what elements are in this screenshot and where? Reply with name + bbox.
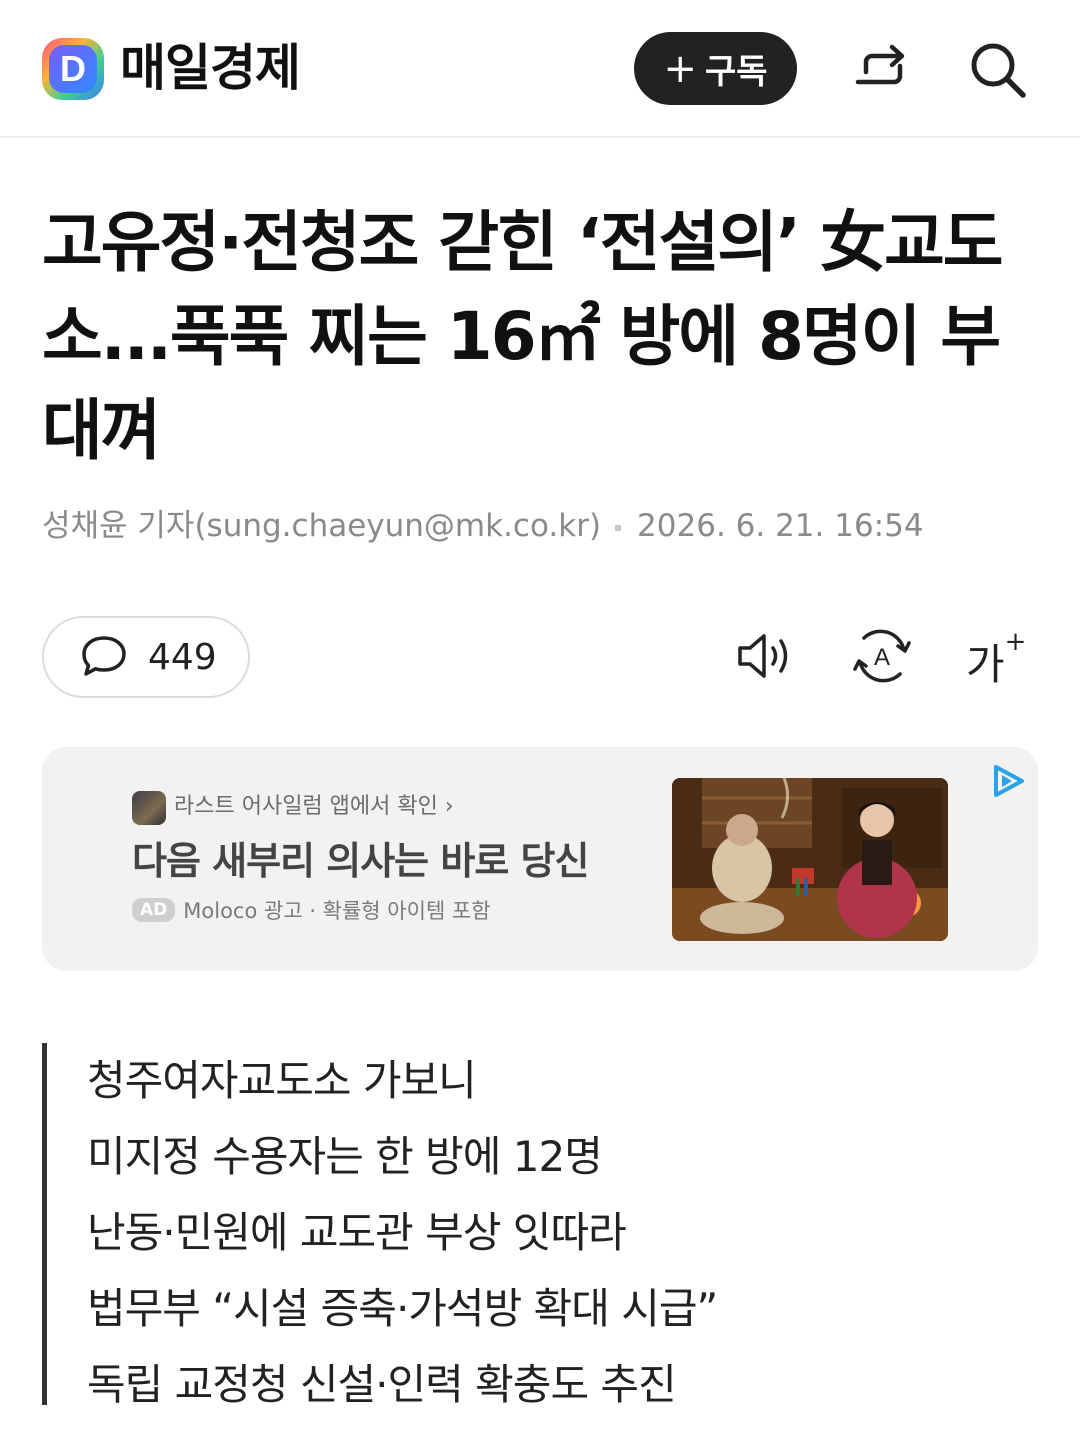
- ad-source-link[interactable]: 라스트 어사일럼 앱에서 확인 ›: [174, 789, 454, 825]
- ad-image[interactable]: [672, 778, 948, 941]
- article-headline: 고유정·전청조 갇힌 ‘전설의’ 女교도소...푹푹 찌는 16㎡ 방에 8명이…: [42, 204, 1004, 469]
- summary-line: 미지정 수용자는 한 방에 12명: [87, 1132, 603, 1181]
- ad-title[interactable]: 다음 새부리 의사는 바로 당신: [132, 833, 589, 889]
- logo-letter: D: [49, 45, 97, 93]
- translate-icon[interactable]: A: [850, 624, 914, 688]
- publish-date: 2026. 6. 21. 16:54: [637, 508, 924, 544]
- top-bar: D 매일경제 + 구독: [0, 0, 1080, 138]
- ad-illustration: [672, 778, 948, 941]
- ad-badge: AD: [132, 898, 176, 922]
- ad-app-icon: [132, 791, 166, 825]
- press-logo[interactable]: D: [42, 38, 104, 100]
- separator-dot: [615, 524, 622, 531]
- subscribe-button[interactable]: + 구독: [634, 32, 797, 105]
- article-byline: 성채윤 기자(sung.chaeyun@mk.co.kr) 2026. 6. 21…: [42, 504, 924, 548]
- summary-line: 독립 교정청 신설·인력 확충도 추진: [87, 1360, 677, 1409]
- ad-meta: AD Moloco 광고 · 확률형 아이템 포함: [132, 895, 491, 925]
- summary-line: 난동·민원에 교도관 부상 잇따라: [87, 1208, 627, 1257]
- ad-meta-text: Moloco 광고 · 확률형 아이템 포함: [183, 899, 491, 923]
- plus-icon: +: [663, 45, 697, 92]
- ad-choices-icon[interactable]: [988, 761, 1028, 801]
- summary-line: 법무부 “시설 증축·가석방 확대 시급”: [87, 1284, 718, 1333]
- article-summary: 청주여자교도소 가보니 미지정 수용자는 한 방에 12명 난동·민원에 교도관…: [42, 1043, 942, 1409]
- search-icon[interactable]: [966, 38, 1028, 100]
- subscribe-label: 구독: [704, 52, 768, 92]
- summary-line: 청주여자교도소 가보니: [87, 1056, 477, 1105]
- svg-text:A: A: [874, 644, 890, 671]
- share-icon[interactable]: [852, 38, 914, 100]
- comment-count: 449: [148, 636, 217, 678]
- ad-banner[interactable]: 라스트 어사일럼 앱에서 확인 › 다음 새부리 의사는 바로 당신 AD Mo…: [42, 747, 1038, 971]
- reporter-name[interactable]: 성채윤 기자(sung.chaeyun@mk.co.kr): [42, 508, 601, 544]
- speaker-icon[interactable]: [734, 624, 798, 688]
- comment-button[interactable]: 449: [42, 616, 250, 698]
- font-size-icon[interactable]: 가+: [966, 624, 1030, 689]
- press-name[interactable]: 매일경제: [120, 36, 301, 100]
- comment-icon: [82, 636, 126, 676]
- font-size-label: 가: [966, 640, 1005, 689]
